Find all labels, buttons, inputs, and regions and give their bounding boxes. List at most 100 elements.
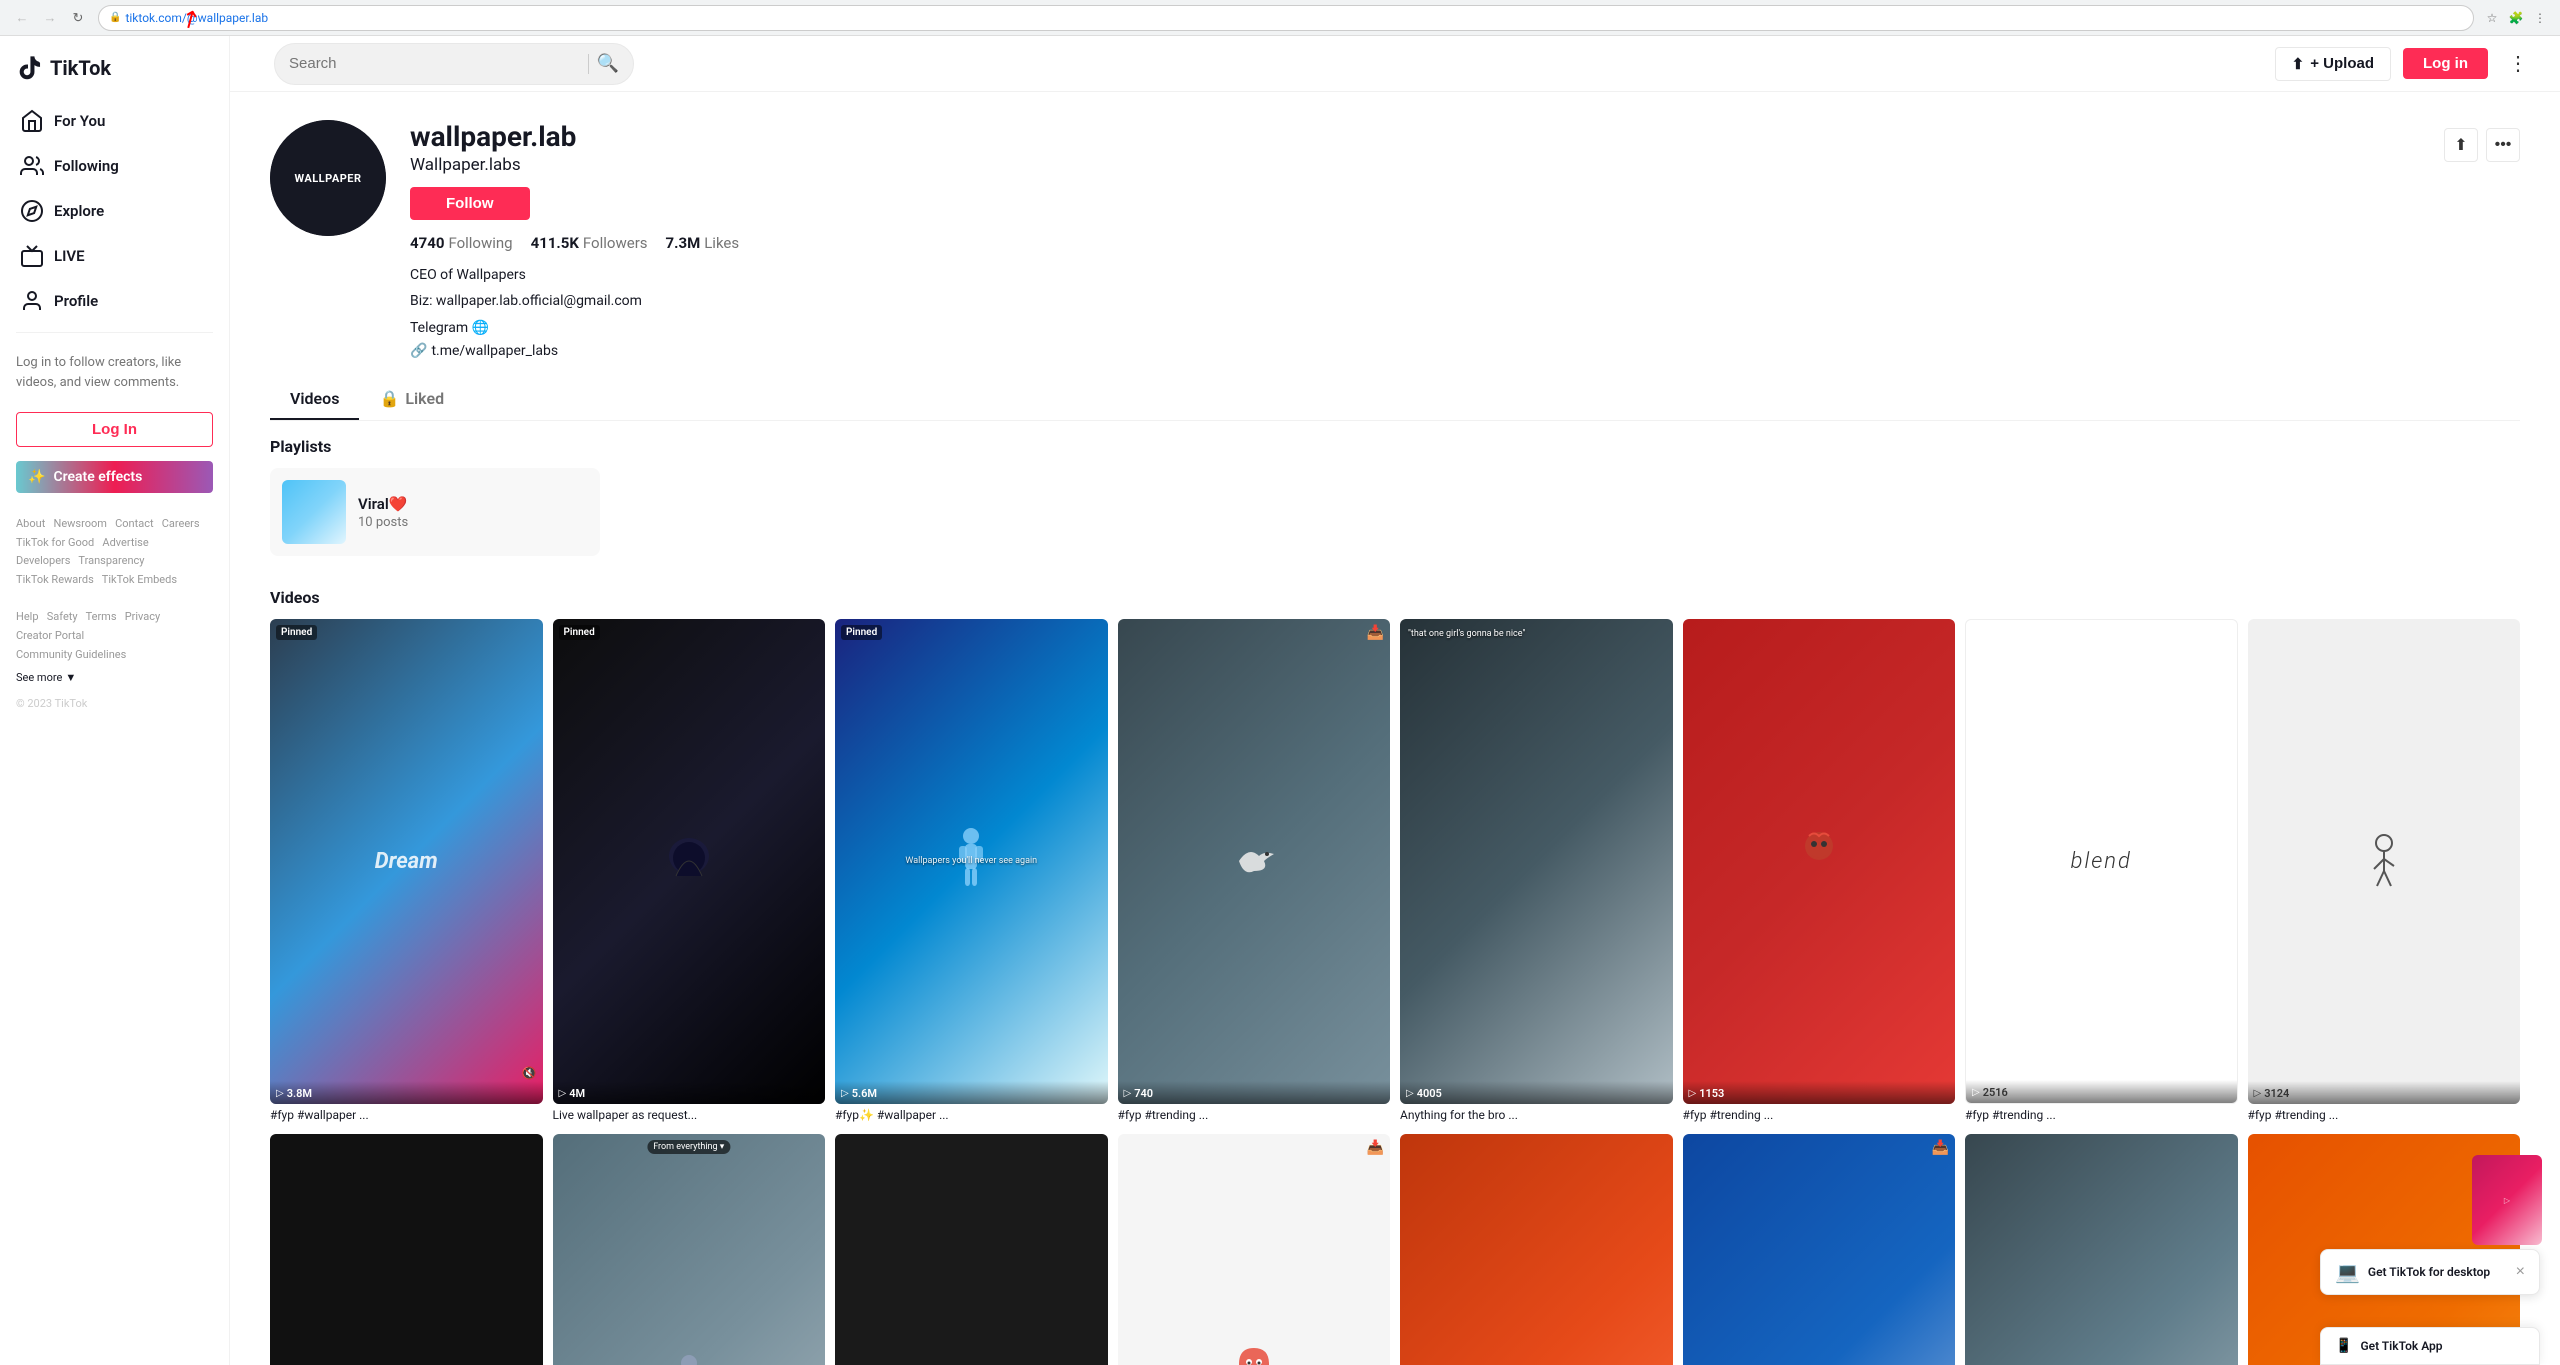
footer-link-newsroom[interactable]: Newsroom xyxy=(53,517,106,530)
sidebar-item-live[interactable]: LIVE xyxy=(4,234,225,278)
video-card-v4[interactable]: 📥 ▷ 740 #fyp #trending ... xyxy=(1118,619,1391,1121)
sidebar-item-following[interactable]: Following xyxy=(4,144,225,188)
search-input[interactable] xyxy=(289,55,580,72)
forward-button[interactable]: → xyxy=(38,6,62,30)
refresh-button[interactable]: ↻ xyxy=(66,6,90,30)
video-card-v11[interactable]: ▷ 2161 #fyp #trending ... xyxy=(835,1134,1108,1365)
play-icon-v4: ▷ xyxy=(1124,1088,1132,1099)
video-card-v12[interactable]: I ❤️ Ghosts 📥 ▷ 3099 #fyp #trending ... xyxy=(1118,1134,1391,1365)
footer-link-creator-portal[interactable]: Creator Portal xyxy=(16,629,84,642)
floating-preview-thumbnail: ▷ xyxy=(2472,1155,2542,1245)
desktop-banner-text: Get TikTok for desktop xyxy=(2368,1265,2508,1279)
playlist-info: Viral❤️ 10 posts xyxy=(358,495,408,530)
sidebar-item-for-you[interactable]: For You xyxy=(4,99,225,143)
tiktok-logo[interactable]: TikTok xyxy=(0,46,229,98)
footer-link-advertise[interactable]: Advertise xyxy=(102,536,148,549)
address-bar[interactable]: 🔒 tiktok.com/@wallpaper.lab xyxy=(98,5,2474,31)
extensions-button[interactable]: 🧩 xyxy=(2506,8,2526,28)
footer-link-terms[interactable]: Terms xyxy=(86,610,117,623)
login-button[interactable]: Log in xyxy=(2403,48,2488,79)
video-card-v5[interactable]: "that one girl's gonna be nice" ▷ 4005 A… xyxy=(1400,619,1673,1121)
browser-menu-button[interactable]: ⋮ xyxy=(2530,8,2550,28)
video-card-v2[interactable]: Pinned ▷ 4M Live wallpaper as request... xyxy=(553,619,826,1121)
video-thumb-v9: ▷ 2033 xyxy=(270,1134,543,1365)
video-overlay-v3: ▷ 5.6M xyxy=(835,1081,1108,1104)
footer-link-rewards[interactable]: TikTok Rewards xyxy=(16,573,94,586)
profile-link-url[interactable]: t.me/wallpaper_labs xyxy=(431,343,558,359)
create-effects-button[interactable]: ✨ Create effects xyxy=(16,461,213,493)
footer-link-developers[interactable]: Developers xyxy=(16,554,70,567)
sidebar-item-profile[interactable]: Profile xyxy=(4,279,225,323)
footer-link-about[interactable]: About xyxy=(16,517,45,530)
video-thumb-v5: "that one girl's gonna be nice" ▷ 4005 xyxy=(1400,619,1673,1103)
videos-title: Videos xyxy=(270,588,2520,607)
tab-videos[interactable]: Videos xyxy=(270,379,359,420)
play-icon-v8: ▷ xyxy=(2254,1088,2262,1099)
footer-link-community[interactable]: Community Guidelines xyxy=(16,648,126,661)
desktop-app-banner: 💻 Get TikTok for desktop × xyxy=(2320,1249,2540,1295)
playlist-card[interactable]: Viral❤️ 10 posts xyxy=(270,468,600,556)
video-views-v3: 5.6M xyxy=(852,1087,877,1100)
video-card-v8[interactable]: ▷ 3124 #fyp #trending ... xyxy=(2248,619,2521,1121)
video-card-v13[interactable]: ▷ 3002 #fyp #trending ... xyxy=(1400,1134,1673,1365)
footer-link-tiktokgood[interactable]: TikTok for Good xyxy=(16,536,94,549)
browser-nav-buttons: ← → ↻ xyxy=(10,6,90,30)
video-thumb-v10: From everything ▾ ▷ 31.2K xyxy=(553,1134,826,1365)
video-card-v7[interactable]: blend ▷ 2516 #fyp #trending ... xyxy=(1965,619,2238,1121)
footer-link-safety[interactable]: Safety xyxy=(47,610,78,623)
following-label: Following xyxy=(448,234,512,252)
footer-link-careers[interactable]: Careers xyxy=(162,517,200,530)
footer-links: About Newsroom Contact Careers TikTok fo… xyxy=(16,515,213,665)
upload-button[interactable]: ⬆ + Upload xyxy=(2275,47,2391,81)
user-icon xyxy=(20,289,44,313)
video-caption-v4: #fyp #trending ... xyxy=(1118,1108,1391,1122)
video-card-v6[interactable]: ▷ 1153 #fyp #trending ... xyxy=(1683,619,1956,1121)
video-overlay-v1: ▷ 3.8M xyxy=(270,1081,543,1104)
follow-button[interactable]: Follow xyxy=(410,187,530,220)
more-options-button[interactable]: ⋮ xyxy=(2500,47,2536,80)
video-card-v14[interactable]: 📥 ▷ 2546 #fyp #trending ... xyxy=(1683,1134,1956,1365)
sidebar-login-button[interactable]: Log In xyxy=(16,412,213,447)
video-card-v3[interactable]: Wallpapers you'll never see again Pinned… xyxy=(835,619,1108,1121)
video-views-v6: 1153 xyxy=(1699,1087,1724,1100)
more-profile-button[interactable]: ••• xyxy=(2486,128,2520,162)
play-icon-v3: ▷ xyxy=(841,1088,849,1099)
app-container: TikTok For You Following Explore LIVE Pr… xyxy=(0,36,2560,1365)
video-caption-v6: #fyp #trending ... xyxy=(1683,1108,1956,1122)
video-card-v9[interactable]: ▷ 2033 Quick edit #fyp ... xyxy=(270,1134,543,1365)
desktop-banner-close-button[interactable]: × xyxy=(2516,1263,2525,1281)
footer-link-privacy[interactable]: Privacy xyxy=(125,610,161,623)
create-effects-label: Create effects xyxy=(53,469,142,485)
for-you-label: For You xyxy=(54,112,105,130)
video-overlay-v8: ▷ 3124 xyxy=(2248,1081,2521,1104)
video-card-v10[interactable]: From everything ▾ ▷ 31.2K #fyp #trending… xyxy=(553,1134,826,1365)
sidebar-item-explore[interactable]: Explore xyxy=(4,189,225,233)
see-more-button[interactable]: See more ▼ xyxy=(16,669,213,688)
from-everything-badge: From everything ▾ xyxy=(647,1140,730,1154)
back-button[interactable]: ← xyxy=(10,6,34,30)
bookmark-button[interactable]: ☆ xyxy=(2482,8,2502,28)
tab-liked-label: Liked xyxy=(405,389,444,408)
footer-link-transparency[interactable]: Transparency xyxy=(78,554,144,567)
search-bar[interactable]: 🔍 xyxy=(274,43,634,85)
playlists-section: Playlists Viral❤️ 10 posts xyxy=(230,421,2560,572)
video-views-v4: 740 xyxy=(1134,1087,1153,1100)
following-count: 4740 xyxy=(410,234,444,252)
chevron-down-icon: ▼ xyxy=(65,669,76,688)
likes-label: Likes xyxy=(704,234,739,252)
footer-link-embeds[interactable]: TikTok Embeds xyxy=(102,573,177,586)
browser-url: tiktok.com/@wallpaper.lab xyxy=(125,11,268,25)
footer-link-help[interactable]: Help xyxy=(16,610,39,623)
video-caption-v3: #fyp✨ #wallpaper ... xyxy=(835,1108,1108,1122)
tab-liked[interactable]: 🔒 Liked xyxy=(359,379,464,420)
video-card-v15[interactable]: ▷ 6880 #fyp #trending ... xyxy=(1965,1134,2238,1365)
tab-videos-label: Videos xyxy=(290,389,339,408)
footer-link-contact[interactable]: Contact xyxy=(115,517,153,530)
search-icon-button[interactable]: 🔍 xyxy=(597,53,619,74)
profile-bio-line1: CEO of Wallpapers xyxy=(410,264,2420,286)
pinned-badge-v2: Pinned xyxy=(559,625,600,640)
play-icon-v7: ▷ xyxy=(1972,1087,1980,1098)
video-card-v1[interactable]: Dream Pinned 🔇 ▷ 3.8M #fyp #wallpaper ..… xyxy=(270,619,543,1121)
video-views-v7: 2516 xyxy=(1983,1086,2008,1099)
share-button[interactable]: ⬆ xyxy=(2444,128,2478,162)
